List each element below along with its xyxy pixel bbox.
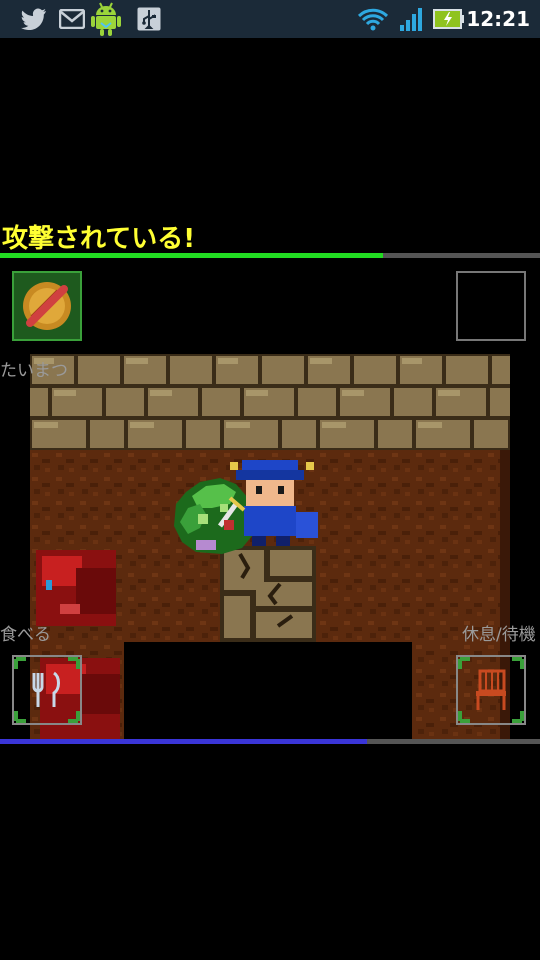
clock: 12:21 <box>466 7 530 31</box>
android-robot-icon <box>90 0 122 38</box>
gmail-icon <box>58 6 86 32</box>
game-screen[interactable]: 攻撃されている! たいまつ 食べる 休息/待機 <box>0 38 540 960</box>
usb-icon <box>136 6 162 32</box>
stone-block <box>220 546 316 642</box>
chair-icon <box>458 657 524 723</box>
torch-button[interactable] <box>12 271 82 341</box>
rest-wait-button[interactable] <box>456 655 526 725</box>
wifi-icon <box>356 6 390 32</box>
eat-label: 食べる <box>0 625 51 645</box>
mp-bar-fill <box>0 739 368 744</box>
hp-bar <box>0 253 540 258</box>
fork-knife-icon <box>14 657 80 723</box>
twitter-bird-icon <box>20 6 48 32</box>
mp-bar <box>0 739 540 744</box>
stone-wall <box>30 354 510 450</box>
battery-charging-icon <box>432 6 466 32</box>
status-bar: 12:21 <box>0 0 540 38</box>
dungeon-view[interactable] <box>30 354 510 740</box>
dungeon-scene <box>30 354 510 740</box>
red-chest <box>36 550 116 626</box>
torch-label: たいまつ <box>0 361 68 381</box>
rest-wait-label: 休息/待機 <box>462 625 536 645</box>
dark-pit <box>124 642 412 740</box>
eat-button[interactable] <box>12 655 82 725</box>
signal-icon <box>398 6 424 32</box>
torch-disabled-icon <box>23 282 71 330</box>
battle-message: 攻撃されている! <box>2 224 196 254</box>
empty-item-slot[interactable] <box>456 271 526 341</box>
hp-bar-fill <box>0 253 384 258</box>
